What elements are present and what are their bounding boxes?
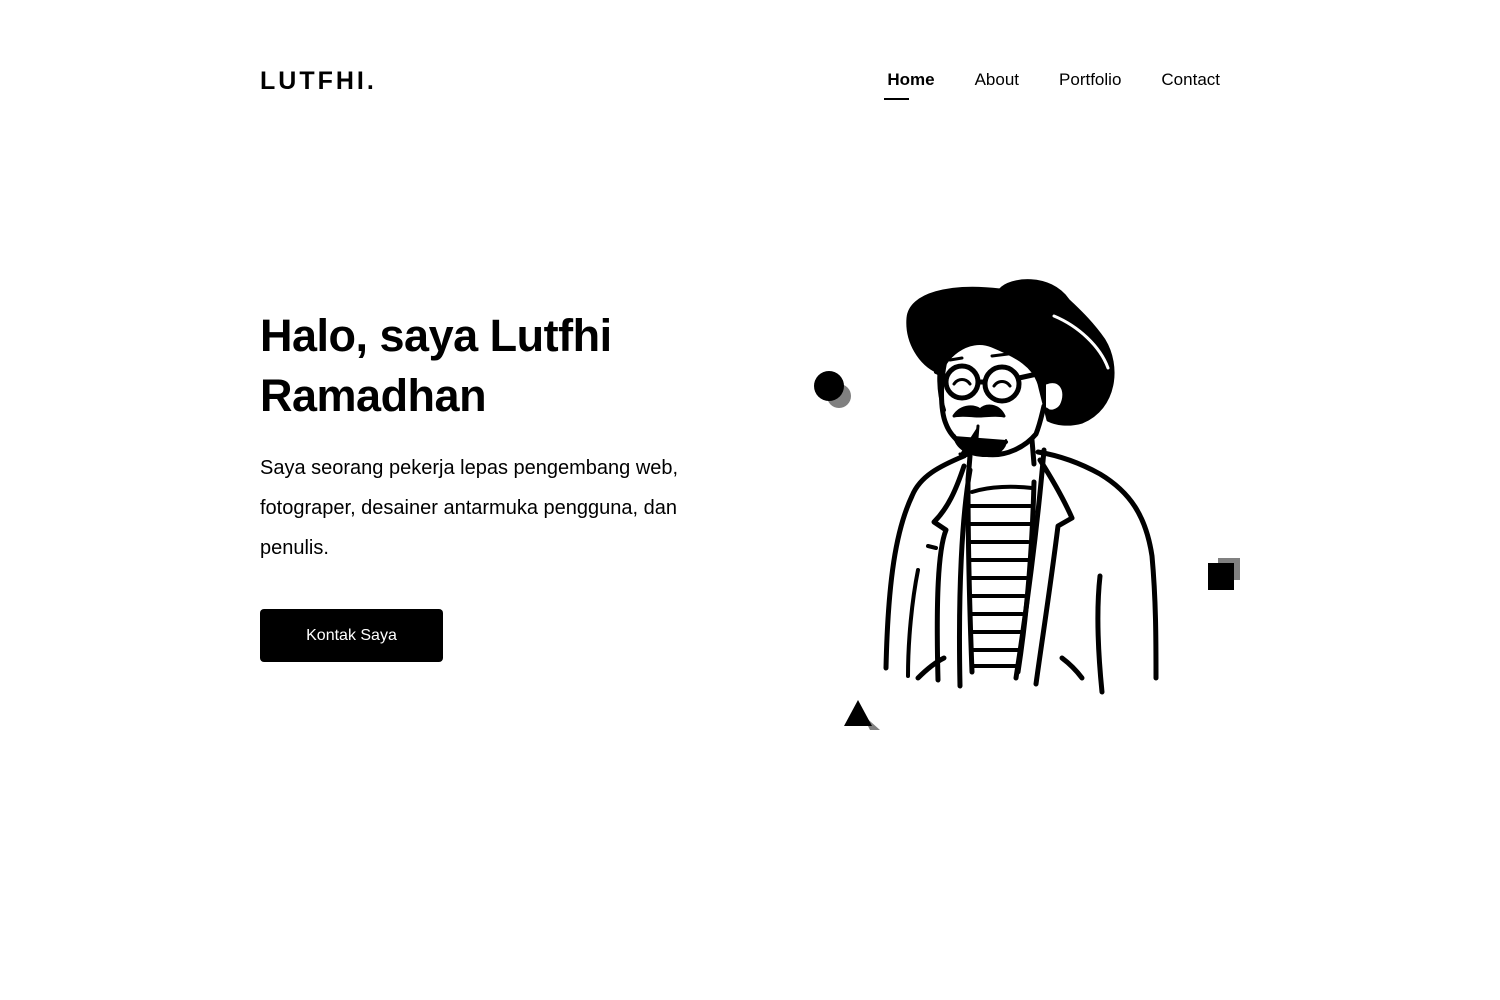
- site-header: LUTFHI. Home About Portfolio Contact: [260, 60, 1220, 104]
- circle-shape: [814, 371, 851, 408]
- hero-title: Halo, saya Lutfhi Ramadhan: [260, 310, 612, 421]
- site-logo[interactable]: LUTFHI.: [260, 66, 377, 96]
- nav-about-link[interactable]: About: [975, 68, 1019, 92]
- nav-contact-link[interactable]: Contact: [1161, 68, 1220, 92]
- page: LUTFHI. Home About Portfolio Contact Hal…: [0, 0, 1500, 1000]
- hero-description: Saya seorang pekerja lepas pengembang we…: [260, 457, 679, 559]
- contact-me-button[interactable]: Kontak Saya: [260, 609, 443, 662]
- square-shape: [1208, 558, 1240, 590]
- man-with-hat-illustration: [883, 279, 1159, 695]
- nav-portfolio-link[interactable]: Portfolio: [1059, 68, 1121, 92]
- hero-illustration: [800, 260, 1260, 750]
- triangle-shape: [844, 700, 880, 730]
- nav-home-link[interactable]: Home: [887, 68, 934, 92]
- active-nav-indicator: [884, 98, 909, 100]
- main-nav: Home About Portfolio Contact: [887, 68, 1220, 92]
